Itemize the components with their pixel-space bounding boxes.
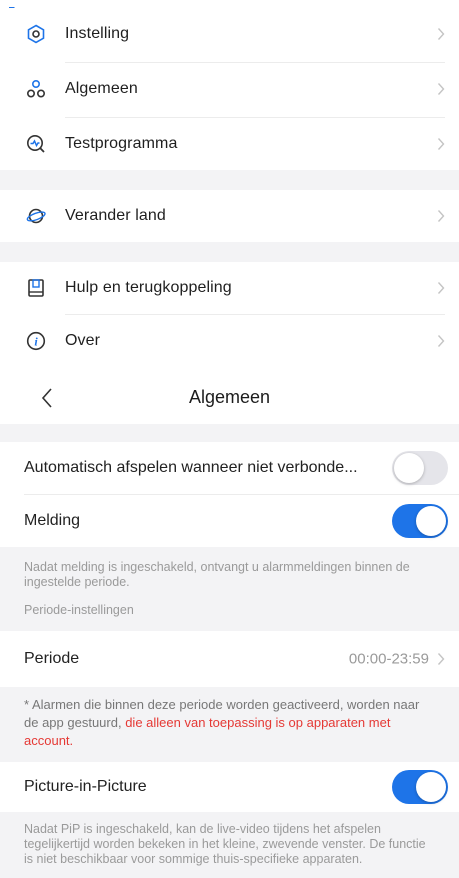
period-label: Periode bbox=[24, 650, 80, 667]
toggle-knob bbox=[416, 772, 446, 802]
notification-toggle[interactable] bbox=[392, 504, 448, 538]
chevron-right-icon bbox=[437, 210, 445, 222]
pip-note: Nadat PiP is ingeschakeld, kan de live-v… bbox=[24, 822, 426, 866]
toggle-knob bbox=[416, 506, 446, 536]
chevron-right-icon bbox=[437, 335, 445, 347]
period-value: 00:00-23:59 bbox=[348, 650, 429, 668]
notification-row: Melding bbox=[0, 495, 459, 547]
chevron-right-icon bbox=[437, 282, 445, 294]
pip-row: Picture-in-Picture bbox=[0, 762, 459, 812]
pip-toggle[interactable] bbox=[392, 770, 448, 804]
chevron-right-icon bbox=[437, 653, 445, 665]
menu-item-algemeen[interactable]: Algemeen bbox=[0, 63, 459, 115]
period-settings-header: Periode-instellingen bbox=[24, 603, 134, 617]
menu-item-label: Testprogramma bbox=[65, 135, 178, 152]
settings-hexagon-icon bbox=[27, 24, 45, 44]
notification-note-section: Nadat melding is ingeschakeld, ontvangt … bbox=[0, 547, 459, 631]
planet-icon bbox=[26, 208, 46, 224]
test-program-icon bbox=[27, 135, 45, 153]
chevron-right-icon bbox=[437, 83, 445, 95]
menu-item-label: Verander land bbox=[65, 207, 166, 224]
auto-play-label: Automatisch afspelen wanneer niet verbon… bbox=[24, 459, 358, 476]
menu-item-label: Over bbox=[65, 332, 101, 349]
general-nav-bar: Algemeen bbox=[0, 372, 459, 424]
pip-label: Picture-in-Picture bbox=[24, 778, 147, 795]
notification-label: Melding bbox=[24, 512, 81, 529]
notification-note: Nadat melding is ingeschakeld, ontvangt … bbox=[24, 560, 410, 589]
help-book-icon bbox=[28, 279, 44, 297]
chevron-right-icon bbox=[437, 28, 445, 40]
menu-item-label: Instelling bbox=[65, 25, 130, 42]
pip-note-section: Nadat PiP is ingeschakeld, kan de live-v… bbox=[0, 812, 459, 878]
menu-item-instelling[interactable]: Instelling bbox=[0, 8, 459, 60]
section-gap bbox=[0, 242, 459, 262]
section-gap bbox=[0, 170, 459, 190]
menu-item-hulp[interactable]: Hulp en terugkoppeling bbox=[0, 262, 459, 314]
menu-item-label: Hulp en terugkoppeling bbox=[65, 279, 232, 296]
svg-text:i: i bbox=[34, 335, 38, 349]
page-title: Algemeen bbox=[188, 387, 271, 407]
period-row[interactable]: Periode 00:00-23:59 bbox=[0, 631, 459, 687]
alarm-note: * Alarmen die binnen deze periode worden… bbox=[0, 687, 459, 762]
general-nodes-icon bbox=[26, 79, 46, 98]
auto-play-toggle[interactable] bbox=[392, 451, 448, 485]
toggle-knob bbox=[394, 453, 424, 483]
menu-item-label: Algemeen bbox=[65, 80, 138, 97]
section-gap bbox=[0, 424, 459, 442]
auto-play-row: Automatisch afspelen wanneer niet verbon… bbox=[0, 442, 459, 494]
menu-item-testprogramma[interactable]: Testprogramma bbox=[0, 118, 459, 170]
chevron-right-icon bbox=[437, 138, 445, 150]
info-icon: i bbox=[26, 331, 46, 351]
menu-item-verander-land[interactable]: Verander land bbox=[0, 190, 459, 242]
menu-item-over[interactable]: i Over bbox=[0, 315, 459, 367]
